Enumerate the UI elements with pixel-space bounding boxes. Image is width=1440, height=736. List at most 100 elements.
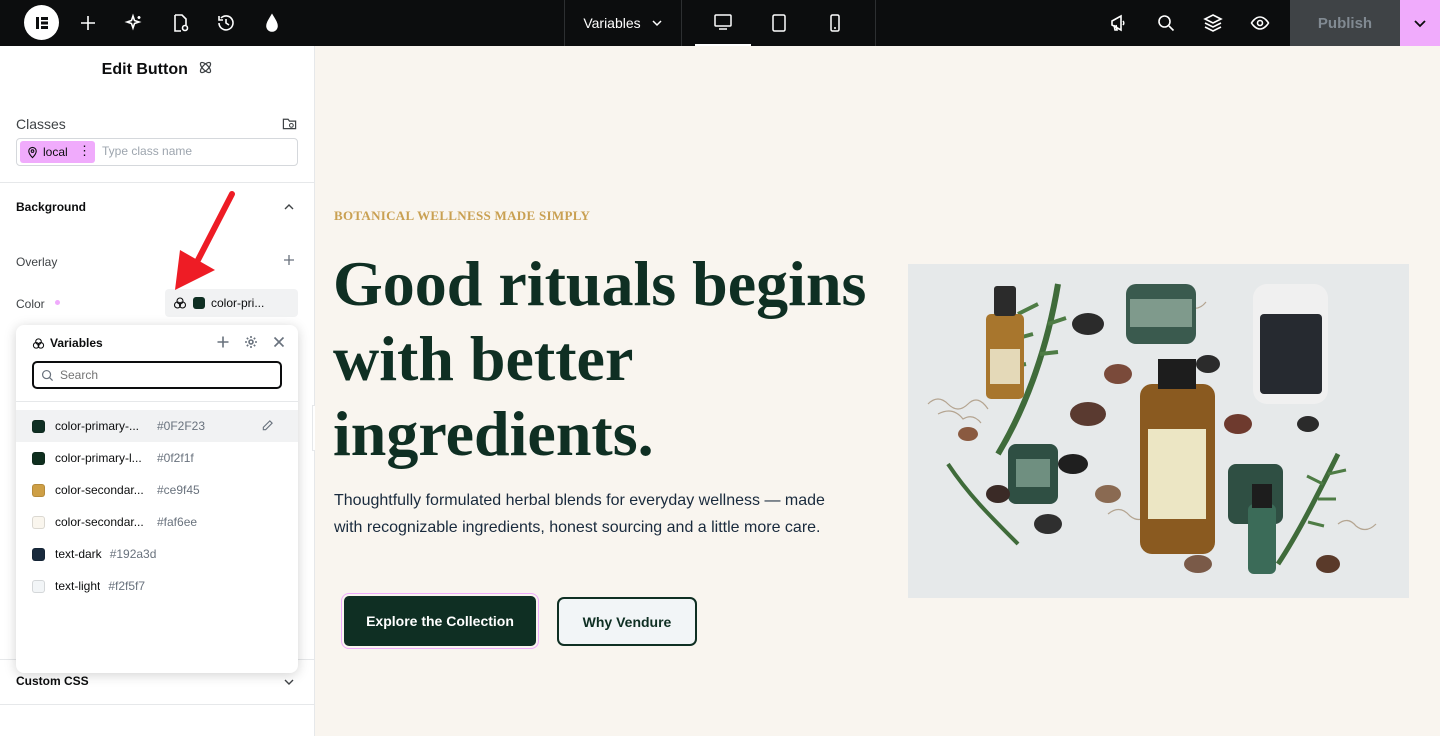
color-swatch bbox=[32, 483, 45, 497]
plus-icon bbox=[284, 255, 294, 265]
sparkle-icon bbox=[124, 13, 142, 31]
desktop-icon bbox=[714, 14, 732, 30]
variable-value: #f2f5f7 bbox=[108, 579, 146, 593]
preview-button[interactable] bbox=[1248, 11, 1272, 35]
background-section-title[interactable]: Background bbox=[16, 200, 86, 214]
variables-search[interactable] bbox=[32, 361, 282, 389]
elementor-logo-button[interactable] bbox=[24, 5, 59, 40]
publish-options-button[interactable] bbox=[1400, 0, 1440, 46]
variable-name: text-light bbox=[55, 579, 101, 593]
custom-css-section-title[interactable]: Custom CSS bbox=[16, 674, 89, 688]
overlay-label: Overlay bbox=[16, 255, 58, 269]
gear-icon[interactable] bbox=[244, 335, 258, 349]
modified-indicator bbox=[55, 300, 60, 305]
color-swatch bbox=[32, 419, 45, 433]
search-icon bbox=[1158, 15, 1175, 32]
variable-name: color-primary-... bbox=[55, 419, 140, 433]
list-item[interactable]: color-primary-l... #0f2f1f bbox=[16, 442, 298, 474]
page-canvas: BOTANICAL WELLNESS MADE SIMPLY Good ritu… bbox=[315, 46, 1440, 736]
variable-name: color-secondar... bbox=[55, 483, 144, 497]
history-icon bbox=[218, 15, 234, 31]
whats-new-button[interactable] bbox=[1107, 11, 1131, 35]
mobile-view-button[interactable] bbox=[807, 0, 863, 46]
list-item[interactable]: text-dark #192a3d bbox=[16, 538, 298, 570]
color-swatch bbox=[32, 515, 45, 529]
history-button[interactable] bbox=[214, 11, 238, 35]
variable-value: #0F2F23 bbox=[157, 419, 206, 433]
panel-header: Edit Button bbox=[0, 60, 315, 80]
color-swatch bbox=[32, 547, 45, 561]
theme-style-button[interactable] bbox=[260, 11, 284, 35]
eye-icon bbox=[1250, 16, 1270, 30]
folder-icon bbox=[282, 118, 297, 130]
why-vendure-button[interactable]: Why Vendure bbox=[557, 597, 697, 646]
color-swatch bbox=[32, 579, 45, 593]
structure-button[interactable] bbox=[1201, 11, 1225, 35]
variable-value: #0f2f1f bbox=[157, 451, 194, 465]
layers-icon bbox=[1203, 14, 1223, 32]
divider bbox=[0, 704, 315, 705]
variable-value: #ce9f45 bbox=[157, 483, 200, 497]
divider bbox=[16, 401, 298, 402]
color-label: Color bbox=[16, 297, 45, 311]
desktop-view-button[interactable] bbox=[695, 0, 751, 46]
publish-button[interactable]: Publish bbox=[1290, 0, 1400, 46]
list-item[interactable]: color-secondar... #ce9f45 bbox=[16, 474, 298, 506]
atom-icon bbox=[198, 60, 213, 80]
variables-popover: Variables color-primary-... #0F2F23 colo… bbox=[16, 325, 298, 673]
hero-heading[interactable]: Good rituals begins with better ingredie… bbox=[333, 246, 893, 471]
list-item[interactable]: color-secondar... #faf6ee bbox=[16, 506, 298, 538]
variable-value: #192a3d bbox=[109, 547, 157, 561]
chevron-down-icon bbox=[1414, 20, 1426, 28]
variables-dropdown[interactable]: Variables bbox=[564, 0, 682, 46]
list-item[interactable]: text-light #f2f5f7 bbox=[16, 570, 298, 602]
top-bar: Variables Publish bbox=[0, 0, 1440, 46]
tablet-view-button[interactable] bbox=[751, 0, 807, 46]
megaphone-icon bbox=[1111, 14, 1125, 32]
variables-dropdown-label: Variables bbox=[583, 15, 641, 31]
divider bbox=[0, 182, 315, 183]
explore-collection-button[interactable]: Explore the Collection bbox=[341, 593, 539, 649]
elementor-logo-icon bbox=[35, 16, 48, 29]
class-chip-label: local bbox=[43, 145, 68, 159]
list-item[interactable]: color-primary-... #0F2F23 bbox=[16, 410, 298, 442]
map-pin-icon bbox=[28, 146, 37, 158]
variables-list: color-primary-... #0F2F23 color-primary-… bbox=[16, 410, 298, 602]
popover-header: Variables bbox=[32, 336, 103, 350]
chevron-down-icon[interactable] bbox=[283, 675, 295, 693]
hero-eyebrow[interactable]: BOTANICAL WELLNESS MADE SIMPLY bbox=[334, 208, 590, 224]
classes-label: Classes bbox=[16, 116, 66, 132]
close-icon[interactable] bbox=[272, 335, 286, 349]
search-icon bbox=[41, 369, 54, 381]
droplet-icon bbox=[266, 13, 278, 32]
page-settings-button[interactable] bbox=[168, 11, 192, 35]
search-input[interactable] bbox=[60, 368, 260, 382]
add-element-button[interactable] bbox=[76, 11, 100, 35]
pencil-icon[interactable] bbox=[261, 419, 274, 435]
class-selector[interactable]: local ⋮ Type class name bbox=[16, 138, 298, 166]
ai-button[interactable] bbox=[122, 11, 146, 35]
variable-name: text-dark bbox=[55, 547, 102, 561]
plus-icon bbox=[81, 16, 95, 30]
more-options-icon[interactable]: ⋮ bbox=[78, 143, 91, 159]
popover-title: Variables bbox=[50, 336, 103, 350]
hero-product-image[interactable] bbox=[908, 264, 1409, 598]
plus-icon[interactable] bbox=[216, 335, 230, 349]
mobile-icon bbox=[830, 14, 840, 32]
page-settings-icon bbox=[174, 14, 189, 32]
class-name-input[interactable]: Type class name bbox=[102, 144, 192, 158]
class-chip-local[interactable]: local ⋮ bbox=[20, 141, 95, 163]
search-button[interactable] bbox=[1154, 11, 1178, 35]
variable-name: color-secondar... bbox=[55, 515, 144, 529]
divider bbox=[875, 0, 876, 46]
panel-title: Edit Button bbox=[101, 61, 188, 79]
chevron-up-icon[interactable] bbox=[283, 200, 295, 218]
hero-subtitle[interactable]: Thoughtfully formulated herbal blends fo… bbox=[334, 487, 844, 541]
class-manager-button[interactable] bbox=[282, 116, 297, 136]
add-overlay-button[interactable] bbox=[283, 253, 295, 271]
variables-icon bbox=[32, 337, 45, 349]
red-arrow-annotation bbox=[175, 191, 235, 290]
chevron-down-icon bbox=[652, 20, 662, 27]
variable-value: #faf6ee bbox=[157, 515, 198, 529]
color-swatch bbox=[32, 451, 45, 465]
